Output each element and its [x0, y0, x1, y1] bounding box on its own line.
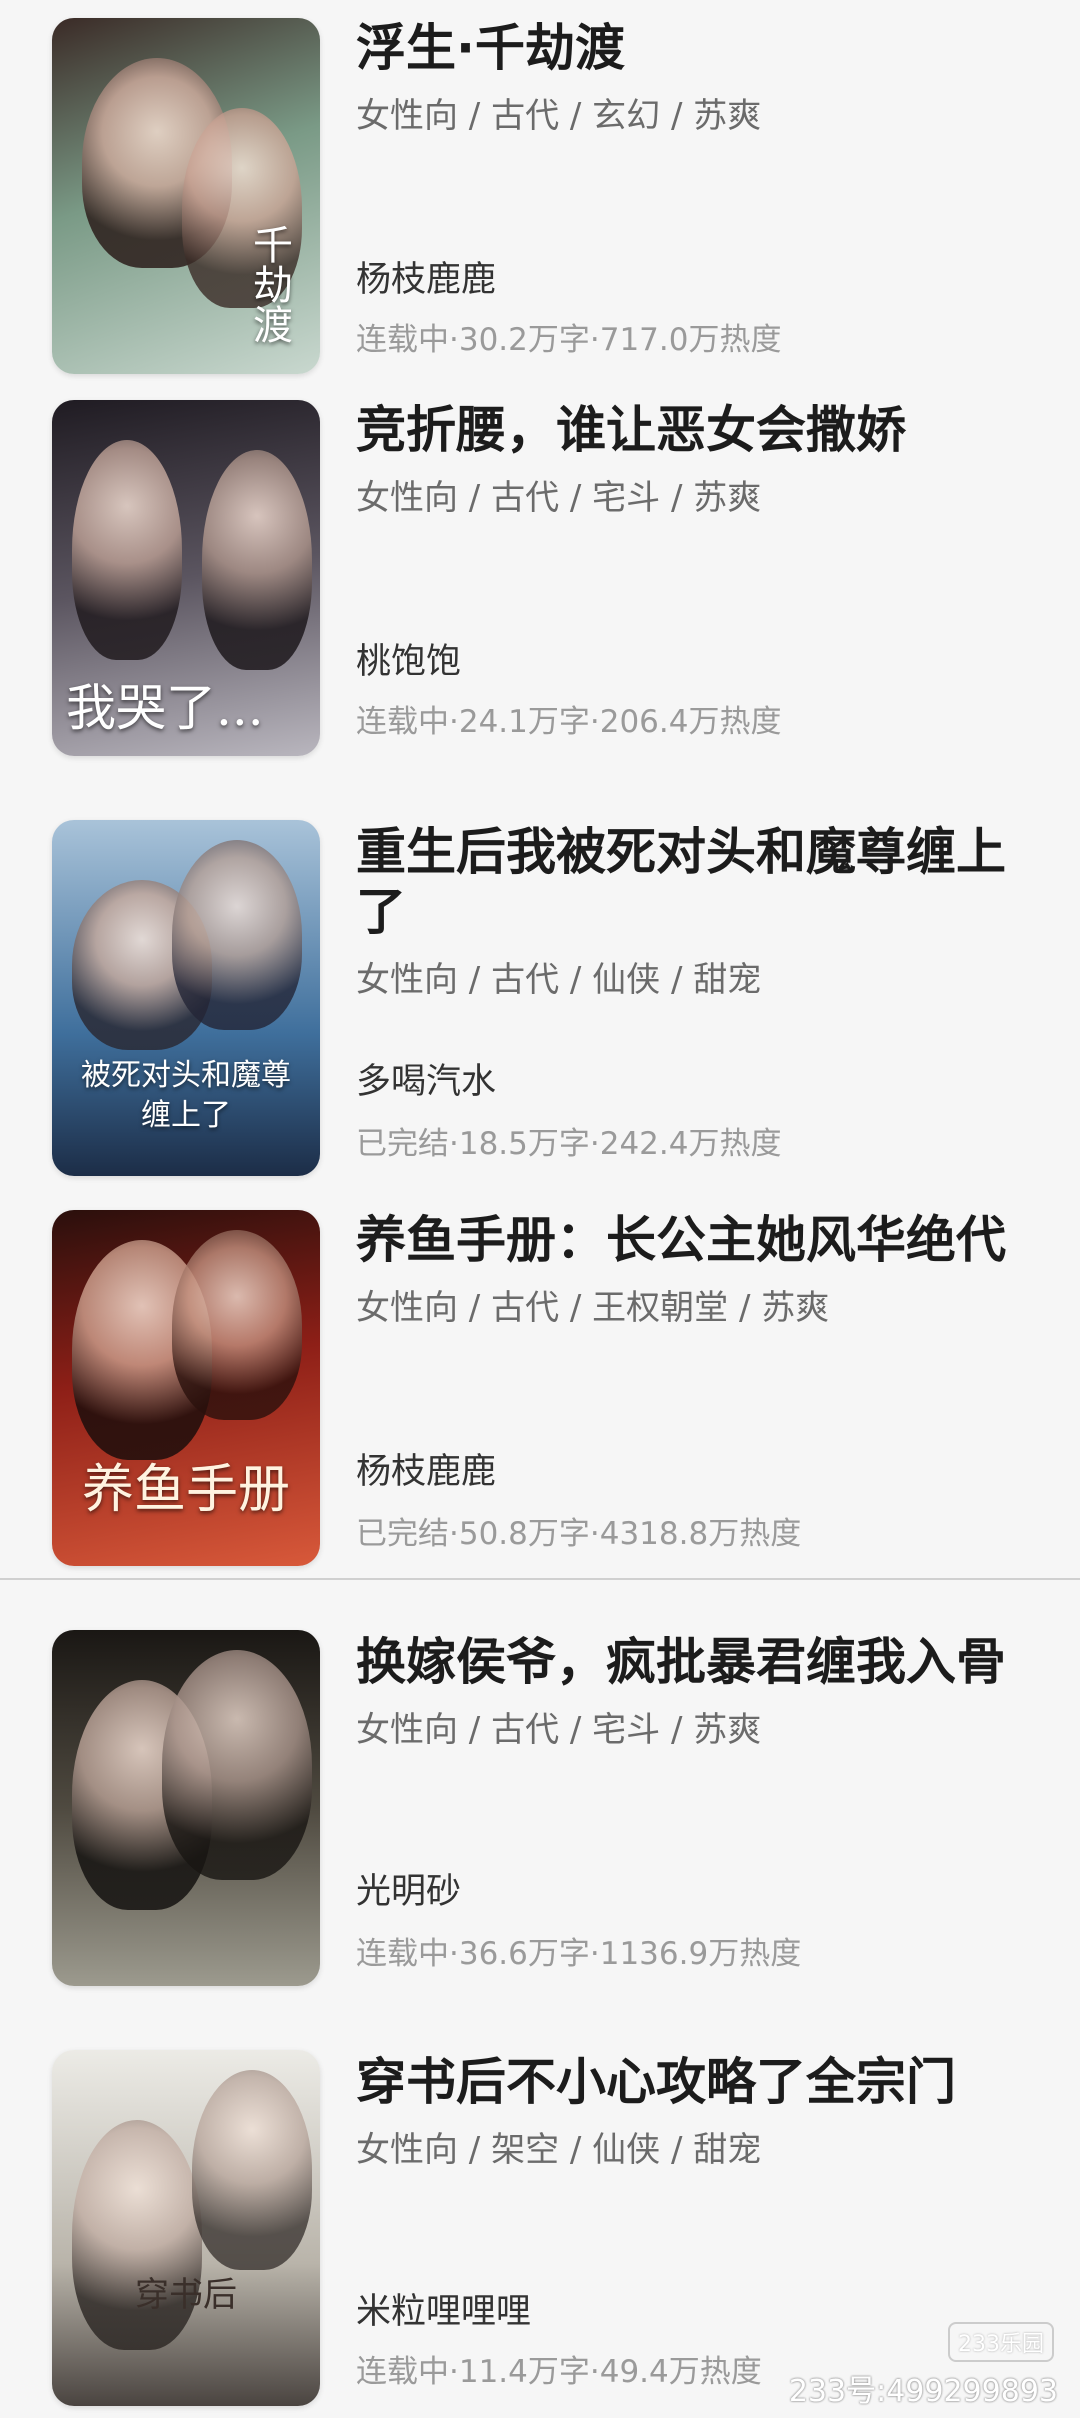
book-tags: 女性向 / 古代 / 宅斗 / 苏爽: [356, 478, 762, 518]
book-stats: 连载中·24.1万字·206.4万热度: [356, 704, 782, 740]
screenshot-divider: [0, 1578, 1080, 1580]
book-author: 杨枝鹿鹿: [356, 260, 497, 300]
book-title[interactable]: 重生后我被死对头和魔尊缠上了: [356, 822, 1046, 942]
book-title[interactable]: 竞折腰，谁让恶女会撒娇: [356, 400, 1046, 460]
book-title[interactable]: 浮生·千劫渡: [356, 18, 1046, 78]
book-cover[interactable]: 我哭了...: [52, 400, 320, 756]
book-author: 多喝汽水: [356, 1062, 497, 1102]
book-cover[interactable]: 养鱼手册: [52, 1210, 320, 1566]
book-author: 杨枝鹿鹿: [356, 1452, 497, 1492]
book-tags: 女性向 / 古代 / 宅斗 / 苏爽: [356, 1710, 762, 1750]
book-cover[interactable]: 千劫渡: [52, 18, 320, 374]
cover-title-text: 千劫渡: [246, 224, 292, 344]
cover-title-text: 养鱼手册: [81, 1460, 290, 1520]
cover-title-text: 被死对头和魔尊缠上了: [81, 1058, 291, 1133]
book-author: 米粒哩哩哩: [356, 2292, 532, 2332]
book-cover[interactable]: 被死对头和魔尊缠上了: [52, 820, 320, 1176]
book-tags: 女性向 / 古代 / 仙侠 / 甜宠: [356, 960, 762, 1000]
cover-title-text: 我哭了...: [66, 679, 264, 737]
watermark-logo: 233乐园: [948, 2322, 1054, 2362]
book-tags: 女性向 / 古代 / 玄幻 / 苏爽: [356, 96, 762, 136]
book-stats: 连载中·30.2万字·717.0万热度: [356, 322, 782, 358]
cover-figure: [172, 840, 302, 1030]
book-stats: 连载中·36.6万字·1136.9万热度: [356, 1936, 802, 1972]
book-title[interactable]: 换嫁侯爷，疯批暴君缠我入骨: [356, 1632, 1046, 1692]
book-author: 桃饱饱: [356, 642, 462, 682]
cover-figure: [162, 1650, 312, 1880]
cover-title-text: 穿书后: [135, 2275, 237, 2315]
book-author: 光明砂: [356, 1872, 462, 1912]
book-tags: 女性向 / 架空 / 仙侠 / 甜宠: [356, 2130, 762, 2170]
cover-figure: [172, 1230, 302, 1420]
book-stats: 已完结·18.5万字·242.4万热度: [356, 1126, 782, 1162]
watermark: 233号:499299893: [788, 2374, 1058, 2409]
book-tags: 女性向 / 古代 / 王权朝堂 / 苏爽: [356, 1288, 830, 1328]
book-cover[interactable]: [52, 1630, 320, 1986]
cover-figure: [202, 450, 312, 670]
book-stats: 连载中·11.4万字·49.4万热度: [356, 2354, 762, 2390]
book-stats: 已完结·50.8万字·4318.8万热度: [356, 1516, 802, 1552]
book-title[interactable]: 养鱼手册：长公主她风华绝代: [356, 1210, 1046, 1270]
cover-figure: [72, 440, 182, 660]
cover-figure: [192, 2070, 312, 2270]
book-title[interactable]: 穿书后不小心攻略了全宗门: [356, 2052, 1046, 2112]
book-cover[interactable]: 穿书后: [52, 2050, 320, 2406]
